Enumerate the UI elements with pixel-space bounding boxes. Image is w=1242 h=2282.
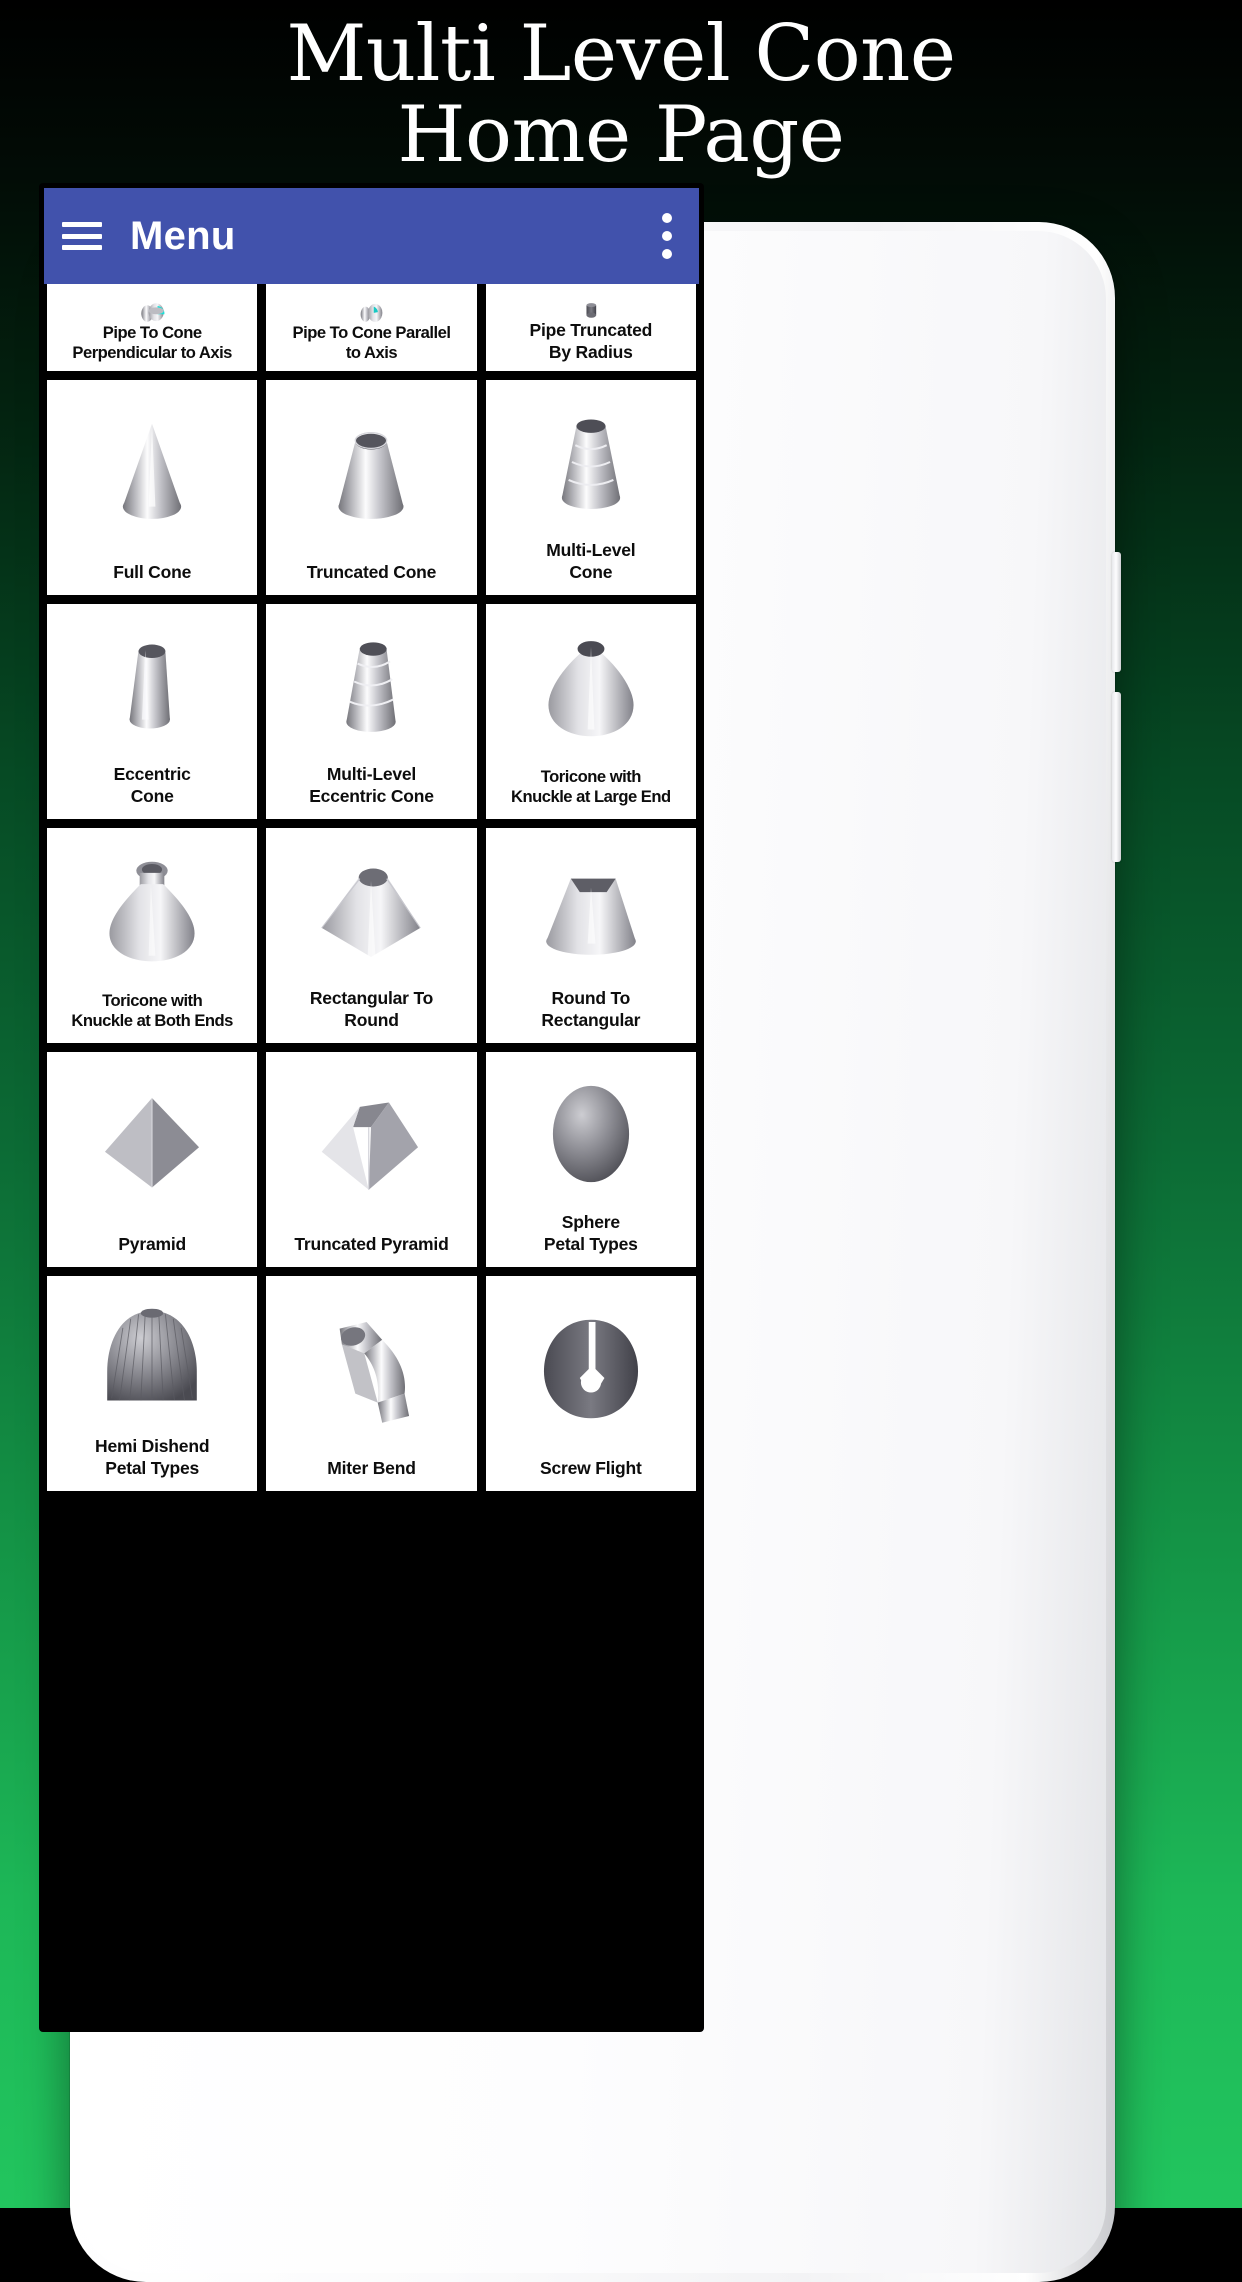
- grid-item[interactable]: Round To Rectangular: [485, 828, 696, 1043]
- grid-item-label: Pipe To Cone Perpendicular to Axis: [72, 322, 232, 362]
- grid-item-label: Multi-Level Cone: [546, 540, 636, 582]
- phone-screen: Menu Pipe To Cone Perpendicular to Axis P…: [39, 183, 704, 2032]
- grid-item[interactable]: Miter Bend: [266, 1276, 477, 1491]
- eccentric-cone-icon: [50, 608, 254, 764]
- grid-item-label: Eccentric Cone: [113, 764, 191, 806]
- grid-item-label: Rectangular To Round: [309, 988, 434, 1030]
- toricone-knuckle-both-ends-icon: [50, 832, 254, 991]
- grid-item[interactable]: Rectangular To Round: [266, 828, 477, 1043]
- shape-grid: Pipe To Cone Perpendicular to Axis Pipe T…: [44, 284, 699, 2032]
- grid-item-label: Pipe Truncated By Radius: [529, 320, 653, 362]
- hamburger-icon[interactable]: [60, 218, 104, 254]
- grid-item[interactable]: Multi-Level Eccentric Cone: [266, 604, 477, 819]
- round-to-rectangular-icon: [489, 832, 693, 988]
- grid-item-label: Full Cone: [113, 561, 192, 582]
- grid-item[interactable]: Pyramid: [47, 1052, 258, 1267]
- grid-item[interactable]: Pipe To Cone Perpendicular to Axis: [47, 284, 258, 371]
- grid-item-label: Miter Bend: [327, 1457, 416, 1478]
- grid-item[interactable]: Full Cone: [47, 380, 258, 595]
- rectangular-to-round-icon: [269, 832, 473, 988]
- promo-title-line-2: Home Page: [397, 90, 845, 181]
- pipe-truncated-by-radius-icon: [489, 288, 693, 320]
- grid-item-label: Screw Flight: [539, 1457, 642, 1478]
- grid-item[interactable]: Toricone with Knuckle at Both Ends: [47, 828, 258, 1043]
- grid-item-label: Round To Rectangular: [541, 988, 641, 1030]
- grid-item[interactable]: Hemi Dishend Petal Types: [47, 1276, 258, 1491]
- grid-item[interactable]: Sphere Petal Types: [485, 1052, 696, 1267]
- grid-item[interactable]: Truncated Pyramid: [266, 1052, 477, 1267]
- grid-item-label: Sphere Petal Types: [543, 1212, 638, 1254]
- grid-item-label: Toricone with Knuckle at Both Ends: [71, 990, 233, 1030]
- grid-item[interactable]: Multi-Level Cone: [485, 380, 696, 595]
- hemi-dishend-petal-types-icon: [50, 1280, 254, 1436]
- grid-item-label: Hemi Dishend Petal Types: [95, 1436, 210, 1478]
- app-viewport: Menu Pipe To Cone Perpendicular to Axis P…: [44, 188, 699, 2032]
- grid-item[interactable]: Pipe To Cone Parallel to Axis: [266, 284, 477, 371]
- sphere-petal-types-icon: [489, 1056, 693, 1212]
- multi-level-cone-icon: [489, 384, 693, 540]
- toricone-knuckle-large-end-icon: [489, 608, 693, 767]
- grid-item-label: Pipe To Cone Parallel to Axis: [292, 322, 451, 362]
- grid-item-label: Truncated Cone: [306, 561, 437, 582]
- pipe-to-cone-perpendicular-icon: [50, 288, 254, 323]
- phone-power-button: [1112, 552, 1121, 672]
- grid-item[interactable]: Screw Flight: [485, 1276, 696, 1491]
- app-bar: Menu: [44, 188, 699, 284]
- grid-item-label: Multi-Level Eccentric Cone: [309, 764, 434, 806]
- grid-item-label: Pyramid: [118, 1233, 186, 1254]
- grid-item[interactable]: Truncated Cone: [266, 380, 477, 595]
- grid-item[interactable]: Toricone with Knuckle at Large End: [485, 604, 696, 819]
- pipe-to-cone-parallel-icon: [269, 288, 473, 323]
- truncated-pyramid-icon: [269, 1056, 473, 1234]
- phone-volume-button: [1112, 692, 1121, 862]
- miter-bend-icon: [269, 1280, 473, 1458]
- screw-flight-icon: [489, 1280, 693, 1458]
- multi-level-eccentric-cone-icon: [269, 608, 473, 764]
- grid-item-label: Truncated Pyramid: [294, 1233, 449, 1254]
- grid-item-label: Toricone with Knuckle at Large End: [510, 766, 671, 806]
- app-bar-title: Menu: [130, 213, 236, 258]
- grid-item[interactable]: Pipe Truncated By Radius: [485, 284, 696, 371]
- pyramid-icon: [50, 1056, 254, 1234]
- truncated-cone-icon: [269, 384, 473, 562]
- promo-title-line-1: Multi Level Cone: [286, 9, 956, 99]
- grid-item[interactable]: Eccentric Cone: [47, 604, 258, 819]
- full-cone-icon: [50, 384, 254, 562]
- three-dots-vertical-icon[interactable]: [647, 205, 687, 267]
